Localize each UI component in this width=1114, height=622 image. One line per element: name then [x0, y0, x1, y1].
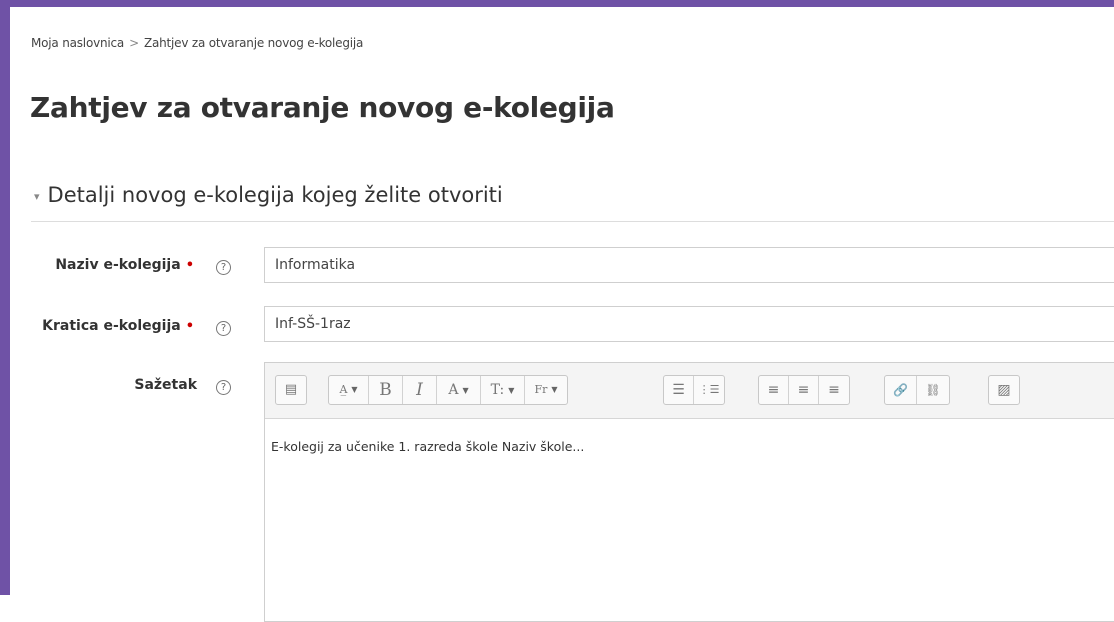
font-color-icon: A: [448, 382, 459, 398]
section-title: Detalji novog e-kolegija kojeg želite ot…: [47, 183, 503, 207]
course-short-label: Kratica e-kolegija •: [42, 318, 194, 334]
italic-button[interactable]: I: [403, 376, 437, 404]
unlink-icon[interactable]: ⛓: [917, 376, 949, 404]
chevron-down-icon: ▼: [351, 385, 358, 394]
summary-label: Sažetak: [134, 377, 197, 393]
toolbar-group-image: ▨: [988, 375, 1020, 405]
align-center-icon[interactable]: ≡: [789, 376, 819, 404]
required-icon: •: [185, 258, 194, 273]
link-icon[interactable]: 🔗: [885, 376, 917, 404]
font-size-icon: T:: [490, 382, 505, 398]
toolbar-toggle-icon[interactable]: ▤: [276, 376, 306, 404]
help-icon[interactable]: ?: [216, 380, 231, 395]
breadcrumb-current: Zahtjev za otvaranje novog e-kolegija: [143, 36, 364, 50]
toolbar-group-align: ≡ ≡ ≡: [758, 375, 850, 405]
course-name-label: Naziv e-kolegija •: [55, 257, 194, 273]
section-toggle[interactable]: ▾ Detalji novog e-kolegija kojeg želite …: [34, 183, 503, 207]
image-icon[interactable]: ▨: [989, 376, 1019, 404]
collapse-caret-icon: ▾: [34, 190, 40, 203]
numbered-list-icon[interactable]: ⋮☰: [694, 376, 724, 404]
chevron-down-icon: ▼: [551, 385, 558, 394]
help-icon[interactable]: ?: [216, 260, 231, 275]
course-short-label-text: Kratica e-kolegija: [42, 318, 181, 334]
toolbar-group-toggle: ▤: [275, 375, 307, 405]
breadcrumb: Moja naslovnica > Zahtjev za otvaranje nov…: [31, 36, 363, 50]
toolbar-group-text: A̲ ▼ B I A ▼ T: ▼ Fr ▼: [328, 375, 568, 405]
paragraph-style-button[interactable]: A̲ ▼: [329, 376, 369, 404]
course-name-label-text: Naziv e-kolegija: [55, 257, 181, 273]
course-short-input[interactable]: Inf-SŠ-1raz: [264, 306, 1114, 342]
font-family-button[interactable]: Fr ▼: [525, 376, 567, 404]
help-icon[interactable]: ?: [216, 321, 231, 336]
toolbar-group-links: 🔗 ⛓: [884, 375, 950, 405]
font-family-icon: Fr: [534, 383, 548, 396]
required-icon: •: [185, 319, 194, 334]
breadcrumb-home-link[interactable]: Moja naslovnica: [31, 36, 124, 50]
toolbar-group-lists: ☰ ⋮☰: [663, 375, 725, 405]
page-title: Zahtjev za otvaranje novog e-kolegija: [30, 91, 615, 124]
editor-toolbar: ▤ A̲▼ B I A▼ T:▼ Fr▼ ☰ ⋮☰ ≡ ≡ ≡ 🔗 ⛓: [265, 363, 1114, 419]
window-frame: Moja naslovnica > Zahtjev za otvaranje nov…: [0, 0, 1114, 622]
course-name-input[interactable]: Informatika: [264, 247, 1114, 283]
breadcrumb-separator: >: [129, 36, 139, 50]
style-icon: A̲: [339, 383, 348, 396]
align-right-icon[interactable]: ≡: [819, 376, 849, 404]
summary-editor[interactable]: ▤ A̲▼ B I A▼ T:▼ Fr▼ ☰ ⋮☰ ≡ ≡ ≡ 🔗 ⛓: [264, 362, 1114, 622]
summary-editor-content[interactable]: E-kolegij za učenike 1. razreda škole Na…: [265, 419, 1114, 474]
align-left-icon[interactable]: ≡: [759, 376, 789, 404]
bullet-list-icon[interactable]: ☰: [664, 376, 694, 404]
font-size-button[interactable]: T: ▼: [481, 376, 525, 404]
bold-button[interactable]: B: [369, 376, 403, 404]
chevron-down-icon: ▼: [462, 386, 469, 395]
font-color-button[interactable]: A ▼: [437, 376, 481, 404]
section-divider: [31, 221, 1114, 222]
chevron-down-icon: ▼: [508, 386, 515, 395]
